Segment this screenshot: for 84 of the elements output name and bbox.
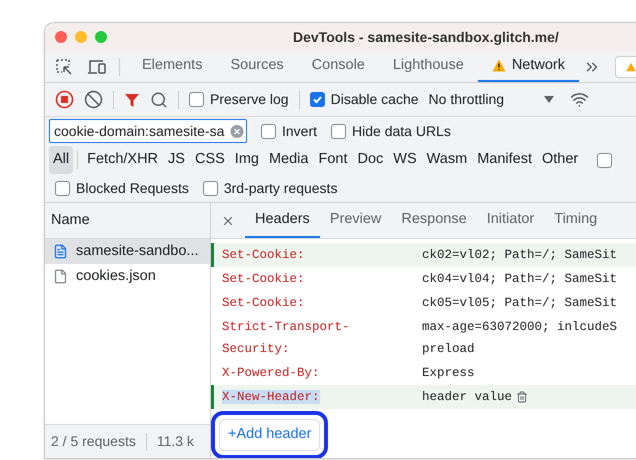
- type-filter-chip[interactable]: Doc: [352, 146, 388, 174]
- type-filter-chip[interactable]: Img: [230, 146, 264, 174]
- type-filter-chip[interactable]: WS: [388, 146, 422, 174]
- header-value: header value: [422, 386, 528, 408]
- type-filter-chip[interactable]: JS: [163, 146, 190, 174]
- checkbox-label: Disable cache: [330, 90, 419, 109]
- checkbox[interactable]: [261, 124, 276, 138]
- request-row[interactable]: samesite-sandbo...: [45, 239, 210, 264]
- clear-icon[interactable]: [84, 90, 103, 109]
- filter-icon[interactable]: [124, 92, 140, 108]
- header-name: X-New-Header:: [222, 390, 320, 404]
- checkbox[interactable]: [202, 181, 218, 196]
- hide-data-urls-checkbox[interactable]: Hide data URLs: [331, 120, 451, 142]
- panel-tab[interactable]: Lighthouse: [378, 51, 478, 82]
- header-name: Set-Cookie:: [222, 272, 305, 286]
- checkbox[interactable]: [331, 124, 346, 138]
- header-value: Express: [422, 365, 475, 382]
- inspect-element-icon[interactable]: [55, 58, 73, 76]
- request-filter-checkbox[interactable]: Blocked Requests: [55, 178, 189, 199]
- checkbox-label: Hide data URLs: [352, 122, 451, 140]
- name-column-header[interactable]: Name: [45, 203, 210, 239]
- header-value: max-age=63072000; inlcudeS: [422, 319, 618, 336]
- disable-cache-checkbox[interactable]: Disable cache: [310, 89, 419, 110]
- tab-label: Console: [312, 56, 365, 75]
- type-filter-chip[interactable]: Fetch/XHR: [82, 146, 164, 174]
- checkbox[interactable]: [310, 92, 325, 107]
- status-text: 2 / 5 requests: [51, 432, 136, 451]
- header-value: ck05=vl05; Path=/; SameSit: [422, 295, 618, 312]
- close-window-button[interactable]: [55, 31, 67, 43]
- header-name: Strict-Transport-Security:: [222, 320, 350, 356]
- warning-icon: [626, 62, 636, 72]
- file-icon: [53, 269, 68, 284]
- checkbox-label: Invert: [282, 122, 318, 140]
- checkbox-label: 3rd-party requests: [224, 179, 338, 198]
- document-icon: [53, 244, 68, 259]
- panel-tab[interactable]: Sources: [216, 51, 298, 82]
- checkbox-label: Preserve log: [210, 90, 289, 109]
- detail-tab[interactable]: Timing: [544, 203, 608, 238]
- type-filter-chip[interactable]: Other: [537, 146, 584, 174]
- warning-icon: [492, 59, 506, 72]
- window-title: DevTools - samesite-sandbox.glitch.me/: [293, 28, 559, 47]
- tab-label: Sources: [230, 56, 284, 75]
- add-header-button[interactable]: +Add header: [219, 419, 320, 451]
- request-row[interactable]: cookies.json: [45, 264, 210, 289]
- request-filter-checkbox[interactable]: 3rd-party requests: [202, 178, 338, 199]
- throttling-dropdown[interactable]: No throttling: [428, 89, 554, 110]
- dropdown-caret-icon: [544, 96, 554, 103]
- checkbox[interactable]: [189, 92, 204, 107]
- filter-input[interactable]: cookie-domain:samesite-sa: [54, 120, 230, 142]
- checkmark-icon: [312, 94, 323, 105]
- status-text: 11.3 k: [156, 432, 194, 451]
- detail-tab[interactable]: Response: [391, 203, 477, 238]
- detail-tab[interactable]: Initiator: [476, 203, 544, 238]
- panel-tab[interactable]: Console: [298, 51, 379, 82]
- type-filter-chip[interactable]: Font: [313, 146, 352, 174]
- header-value: ck04=vl04; Path=/; SameSit: [422, 271, 618, 288]
- checkbox[interactable]: [55, 181, 70, 196]
- tab-label: Elements: [142, 56, 202, 75]
- detail-tab[interactable]: Headers: [245, 203, 320, 238]
- delete-icon[interactable]: [516, 391, 528, 403]
- device-toolbar-icon[interactable]: [87, 58, 107, 76]
- tab-label: Lighthouse: [392, 56, 464, 75]
- type-filter-chip[interactable]: All: [49, 146, 74, 174]
- type-filter-chip[interactable]: Media: [264, 146, 314, 174]
- header-name: Set-Cookie:: [222, 296, 305, 310]
- record-stop-icon[interactable]: [55, 90, 74, 109]
- type-filter-chip[interactable]: Manifest: [472, 146, 537, 174]
- search-icon[interactable]: [150, 90, 168, 108]
- header-value: ck02=vl02; Path=/; SameSit: [422, 247, 618, 264]
- header-name: X-Powered-By:: [222, 366, 320, 380]
- type-filter-chip[interactable]: CSS: [190, 146, 230, 174]
- header-value: preload: [422, 341, 476, 358]
- tab-label: Network: [512, 56, 565, 75]
- checkbox-label: Blocked Requests: [76, 179, 189, 198]
- type-filter-chip[interactable]: Wasm: [422, 146, 472, 174]
- detail-tab[interactable]: Preview: [320, 203, 392, 238]
- preserve-log-checkbox[interactable]: Preserve log: [189, 89, 289, 110]
- panel-tab[interactable]: Elements: [128, 51, 216, 82]
- network-conditions-icon[interactable]: [570, 90, 590, 109]
- checkbox[interactable]: [597, 152, 612, 168]
- filter-field[interactable]: cookie-domain:samesite-sa: [49, 119, 247, 143]
- clear-field-icon[interactable]: [230, 124, 244, 138]
- header-name: Set-Cookie:: [222, 248, 305, 262]
- invert-checkbox[interactable]: Invert: [261, 120, 318, 142]
